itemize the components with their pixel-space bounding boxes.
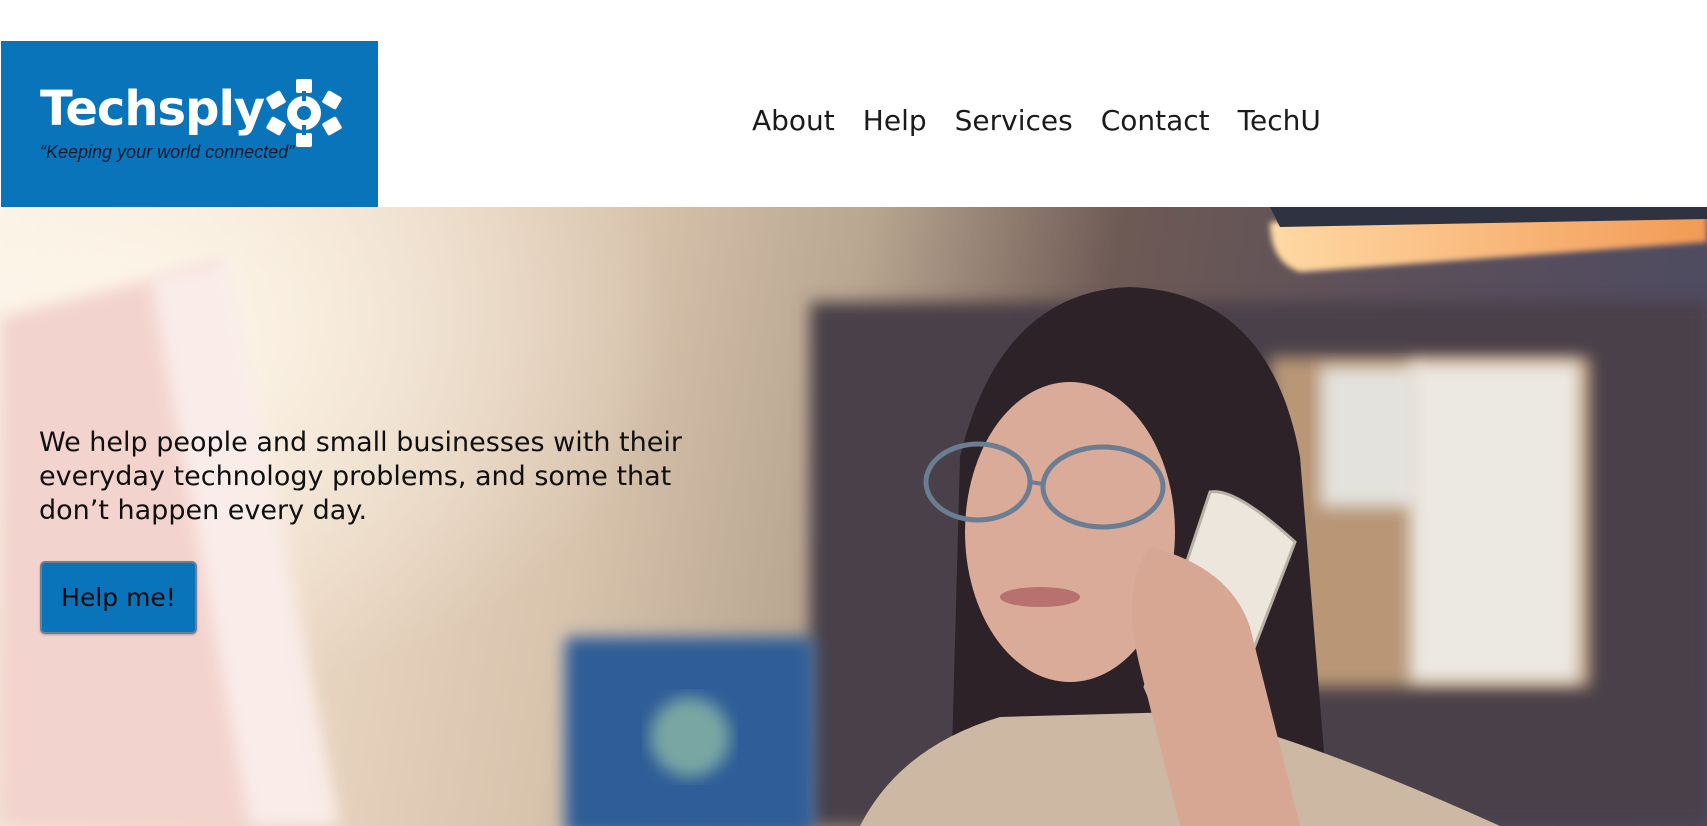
logo[interactable]: Techsply “Keeping your world connected” bbox=[1, 41, 378, 207]
connected-network-icon bbox=[266, 79, 342, 147]
nav-techu[interactable]: TechU bbox=[1238, 101, 1321, 141]
logo-tagline: “Keeping your world connected” bbox=[40, 142, 295, 162]
nav-help[interactable]: Help bbox=[863, 101, 927, 141]
hero-headline: We help people and small businesses with… bbox=[39, 427, 682, 526]
main-nav: About Help Services Contact TechU bbox=[752, 101, 1321, 141]
nav-contact[interactable]: Contact bbox=[1101, 101, 1210, 141]
hero-section: We help people and small businesses with… bbox=[0, 207, 1707, 826]
logo-wordmark: Techsply bbox=[40, 81, 265, 137]
nav-about[interactable]: About bbox=[752, 101, 835, 141]
nav-services[interactable]: Services bbox=[955, 101, 1073, 141]
help-me-button[interactable]: Help me! bbox=[40, 561, 197, 634]
site-header: Techsply “Keeping your world connected” … bbox=[0, 0, 1707, 207]
